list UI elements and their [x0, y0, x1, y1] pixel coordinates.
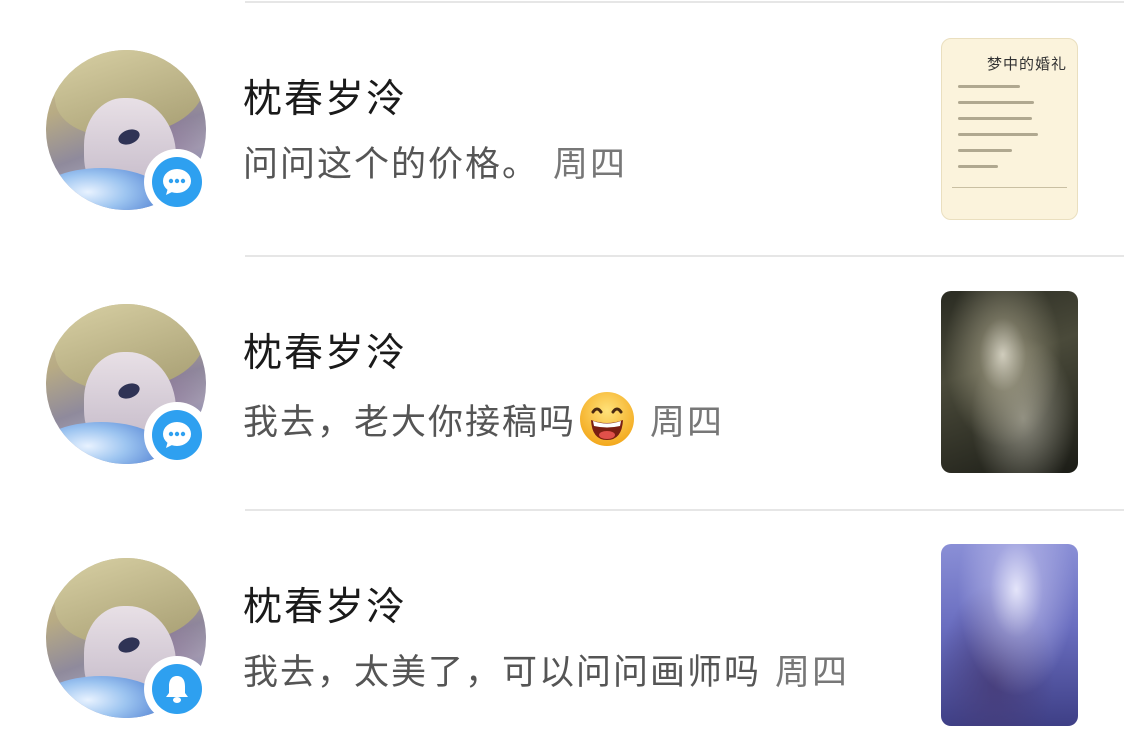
message-preview: 问问这个的价格。 周四	[243, 136, 627, 187]
message-time: 周四	[553, 145, 628, 185]
message-time: 周四	[775, 653, 850, 693]
divider	[245, 255, 1124, 257]
message-text: 我去，太美了，可以问问画师吗	[243, 653, 762, 693]
message-preview: 我去，老大你接稿吗 周四	[243, 390, 724, 448]
chat-bubble-icon	[144, 402, 210, 468]
message-text: 问问这个的价格。	[243, 145, 540, 185]
message-time: 周四	[650, 403, 725, 443]
conversation-row[interactable]: 枕春岁泠 问问这个的价格。 周四 梦中的婚礼	[0, 18, 1124, 248]
message-text: 我去，老大你接稿吗	[243, 403, 577, 443]
contact-name: 枕春岁泠	[243, 585, 408, 630]
grinning-face-emoji-icon	[578, 390, 636, 448]
message-preview: 我去，太美了，可以问问画师吗 周四	[243, 644, 849, 695]
conversation-list: 枕春岁泠 问问这个的价格。 周四 梦中的婚礼 枕春岁泠 我去，老大你接稿吗 周四…	[0, 0, 1124, 741]
conversation-row[interactable]: 枕春岁泠 我去，老大你接稿吗 周四	[0, 272, 1124, 502]
divider	[245, 1, 1124, 3]
thumbnail-title: 梦中的婚礼	[986, 55, 1067, 73]
conversation-row[interactable]: 枕春岁泠 我去，太美了，可以问问画师吗 周四	[0, 526, 1124, 741]
contact-name: 枕春岁泠	[243, 77, 408, 122]
divider	[245, 509, 1124, 511]
contact-name: 枕春岁泠	[243, 331, 408, 376]
document-thumbnail[interactable]: 梦中的婚礼	[941, 38, 1078, 220]
artwork-thumbnail[interactable]	[941, 291, 1078, 473]
artwork-thumbnail[interactable]	[941, 544, 1078, 726]
chat-bubble-icon	[144, 149, 210, 215]
bell-icon	[144, 656, 210, 722]
